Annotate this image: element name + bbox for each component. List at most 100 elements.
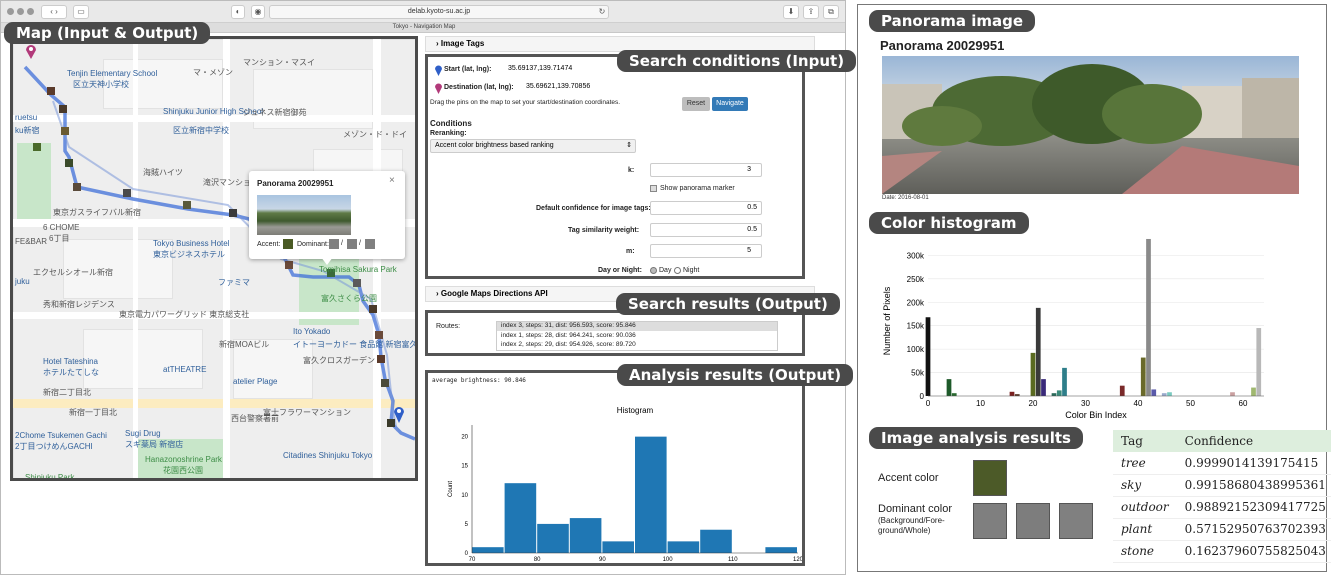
- map-label: Tenjin Elementary School: [67, 69, 158, 78]
- map-label: Tokyo Business Hotel: [153, 239, 230, 248]
- navigate-button[interactable]: Navigate: [712, 97, 748, 111]
- drag-hint: Drag the pins on the map to set your sta…: [430, 99, 621, 106]
- average-brightness: average brightness: 90.846: [432, 377, 526, 384]
- color-bin-bar: [1151, 389, 1157, 396]
- panorama-marker[interactable]: [59, 105, 67, 113]
- panorama-marker[interactable]: [33, 143, 41, 151]
- tag-similarity-input[interactable]: 0.5: [650, 223, 762, 237]
- callout-search-conditions: Search conditions (Input): [617, 50, 857, 72]
- map-label: 6 CHOME: [43, 223, 80, 232]
- destination-input[interactable]: 35.69621,139.70856: [522, 81, 612, 95]
- x-tick-label: 100: [663, 557, 674, 563]
- tabs-icon[interactable]: ⧉: [823, 5, 839, 19]
- address-bar[interactable]: delab.kyoto-su.ac.jp: [269, 5, 609, 19]
- browser-toolbar: ‹ › ▭ ◐ ◉ delab.kyoto-su.ac.jp ↻ ⬇ ⇪ ⧉: [1, 1, 845, 23]
- reset-button[interactable]: Reset: [682, 97, 710, 111]
- routes-list[interactable]: index 3, steps: 31, dist: 956.593, score…: [496, 321, 778, 351]
- download-icon[interactable]: ⬇: [783, 5, 799, 19]
- m-input[interactable]: 5: [650, 244, 762, 258]
- extension-icon[interactable]: ◉: [251, 5, 265, 19]
- start-input[interactable]: 35.69137,139.71474: [504, 63, 594, 77]
- confidence-input[interactable]: 0.5: [650, 201, 762, 215]
- x-tick-label: 80: [534, 557, 541, 563]
- panorama-marker[interactable]: [73, 183, 81, 191]
- route-option[interactable]: index 1, steps: 28, dist: 964.241, score…: [501, 332, 636, 339]
- panorama-marker[interactable]: [369, 305, 377, 313]
- routes-label: Routes:: [436, 323, 461, 330]
- y-tick-label: 50k: [911, 369, 925, 378]
- close-icon[interactable]: ×: [389, 175, 395, 186]
- destination-pin-icon[interactable]: [25, 43, 37, 59]
- y-tick-label: 10: [461, 493, 468, 499]
- panorama-marker[interactable]: [229, 209, 237, 217]
- histogram-bar: [635, 436, 667, 553]
- map-label: 2丁目つけめんGACHI: [15, 442, 93, 451]
- confidence-cell: 0.99158680438995361: [1176, 474, 1331, 497]
- histogram-bar: [700, 529, 732, 553]
- confidence-cell: 0.98892152309417725: [1176, 496, 1331, 519]
- panorama-marker[interactable]: [183, 201, 191, 209]
- map-label: 秀和新宿レジデンス: [43, 300, 115, 309]
- panorama-marker[interactable]: [353, 279, 361, 287]
- panorama-marker[interactable]: [381, 379, 389, 387]
- map-label: FE&BAR: [15, 237, 48, 246]
- panorama-marker[interactable]: [285, 261, 293, 269]
- dominant-color-sublabel: (Background/Fore-ground/Whole): [878, 516, 945, 535]
- share-icon[interactable]: ⇪: [803, 5, 819, 19]
- color-bin-bar: [1167, 392, 1172, 396]
- panorama-marker[interactable]: [377, 355, 385, 363]
- map-label: juku: [15, 277, 30, 286]
- color-bin-bar: [1056, 390, 1062, 396]
- close-window-icon[interactable]: [7, 8, 14, 15]
- reload-icon[interactable]: ↻: [597, 6, 607, 20]
- confidence-label: Default confidence for image tags:: [536, 205, 651, 212]
- y-tick-label: 0: [920, 392, 925, 401]
- map-label: Sugi Drug: [125, 429, 161, 438]
- histogram-bar: [602, 541, 634, 553]
- minimize-window-icon[interactable]: [17, 8, 24, 15]
- color-bin-bar: [1041, 379, 1046, 396]
- map-area[interactable]: Tenjin Elementary School 区立天神小学校 マ・メゾン マ…: [10, 36, 418, 481]
- map-label: 海賊ハイツ: [143, 168, 183, 177]
- night-label: Night: [683, 267, 700, 274]
- histogram-bar: [569, 518, 602, 553]
- panorama-marker[interactable]: [65, 159, 73, 167]
- y-tick-label: 250k: [907, 275, 925, 284]
- panorama-date: Date: 2016-08-01: [882, 195, 929, 201]
- accent-color-swatch: [973, 460, 1007, 496]
- x-axis-label: Color Bin Index: [1065, 410, 1127, 420]
- confidence-cell: 0.9999014139175415: [1176, 452, 1331, 475]
- y-tick-label: 300k: [907, 251, 925, 260]
- start-pin-icon[interactable]: [393, 405, 405, 423]
- chart-title: Histogram: [617, 406, 654, 415]
- night-radio[interactable]: [674, 267, 681, 274]
- day-radio[interactable]: [650, 267, 657, 274]
- popup-dominant-swatch: [365, 239, 375, 249]
- panorama-marker[interactable]: [375, 331, 383, 339]
- privacy-icon[interactable]: ◐: [231, 5, 245, 19]
- tag-similarity-label: Tag similarity weight:: [568, 227, 640, 234]
- popup-panorama-thumbnail: [257, 195, 351, 235]
- y-tick-label: 150k: [907, 322, 925, 331]
- panorama-marker[interactable]: [61, 127, 69, 135]
- map-label: 6丁目: [49, 234, 70, 243]
- color-bin-bar: [1009, 391, 1015, 396]
- reranking-value: Accent color brightness based ranking: [435, 142, 554, 149]
- panorama-marker[interactable]: [123, 189, 131, 197]
- route-option[interactable]: index 2, steps: 29, dist: 954.926, score…: [501, 341, 636, 348]
- color-histogram-chart: 0 50k 100k 150k 200k 250k 300k 0 10 20 30 40 50 60 Col…: [882, 238, 1264, 420]
- sidebar-icon[interactable]: ▭: [73, 5, 89, 19]
- map-label: Shinjuku Park: [25, 473, 75, 481]
- reranking-select[interactable]: Accent color brightness based ranking ⇕: [430, 139, 636, 153]
- y-tick-label: 5: [465, 522, 469, 528]
- route-option[interactable]: index 3, steps: 31, dist: 956.593, score…: [497, 322, 777, 331]
- k-input[interactable]: 3: [650, 163, 762, 177]
- day-night-label: Day or Night:: [598, 267, 642, 274]
- show-marker-checkbox[interactable]: [650, 185, 657, 192]
- back-forward-icon[interactable]: ‹ ›: [41, 5, 67, 19]
- panorama-marker[interactable]: [47, 87, 55, 95]
- confidence-cell: 0.57152950763702393: [1176, 518, 1331, 541]
- zoom-window-icon[interactable]: [27, 8, 34, 15]
- destination-label: Destination (lat, lng):: [444, 84, 514, 91]
- map-label: Tomihisa Sakura Park: [319, 265, 397, 274]
